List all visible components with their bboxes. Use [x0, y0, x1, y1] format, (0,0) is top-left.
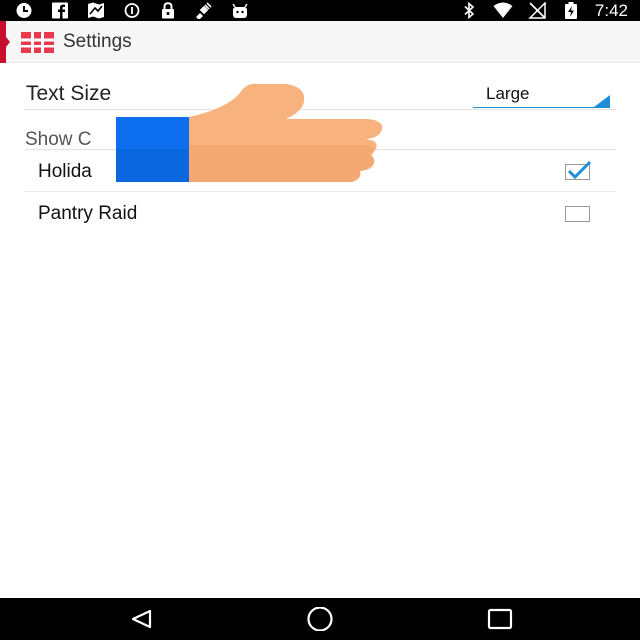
wifi-icon: [493, 2, 513, 19]
back-icon: [131, 609, 152, 629]
status-right-icons: 7:42: [459, 0, 628, 21]
battery-charging-icon: [561, 2, 581, 19]
spinner-dropdown-icon: [594, 95, 610, 107]
list-item-pantry-raid[interactable]: Pantry Raid: [24, 192, 616, 234]
status-time: 7:42: [594, 0, 628, 20]
android-icon: [230, 2, 250, 19]
text-size-label: Text Size: [26, 82, 112, 105]
recents-icon: [487, 608, 513, 630]
back-button[interactable]: [121, 603, 161, 635]
text-size-spinner[interactable]: Large: [473, 78, 610, 108]
bluetooth-icon: [459, 2, 479, 19]
data-saver-icon: [122, 2, 142, 19]
navigation-bar: [0, 598, 640, 640]
satellite-icon: [194, 2, 214, 19]
section-header-label: Show C: [25, 129, 92, 150]
pantry-raid-checkbox[interactable]: [565, 206, 590, 222]
holidays-label: Holida: [38, 161, 92, 182]
app-logo-icon[interactable]: [21, 32, 54, 53]
recents-button[interactable]: [480, 603, 520, 635]
checkmark-icon: [567, 160, 592, 180]
home-button[interactable]: [300, 603, 340, 635]
page-title: Settings: [63, 31, 132, 52]
status-left-icons: [14, 1, 250, 20]
thumbs-up-icon: [116, 83, 384, 184]
maps-icon: [86, 2, 106, 19]
no-signal-icon: [527, 2, 547, 19]
pantry-raid-label: Pantry Raid: [38, 203, 138, 224]
drawer-caret-icon: [6, 37, 10, 47]
home-icon: [307, 607, 333, 631]
status-bar: 7:42: [0, 0, 640, 21]
lock-icon: [158, 2, 178, 19]
text-size-value: Large: [486, 84, 530, 103]
clock-icon: [14, 2, 34, 19]
action-bar: Settings: [0, 21, 640, 63]
facebook-icon: [50, 2, 70, 19]
